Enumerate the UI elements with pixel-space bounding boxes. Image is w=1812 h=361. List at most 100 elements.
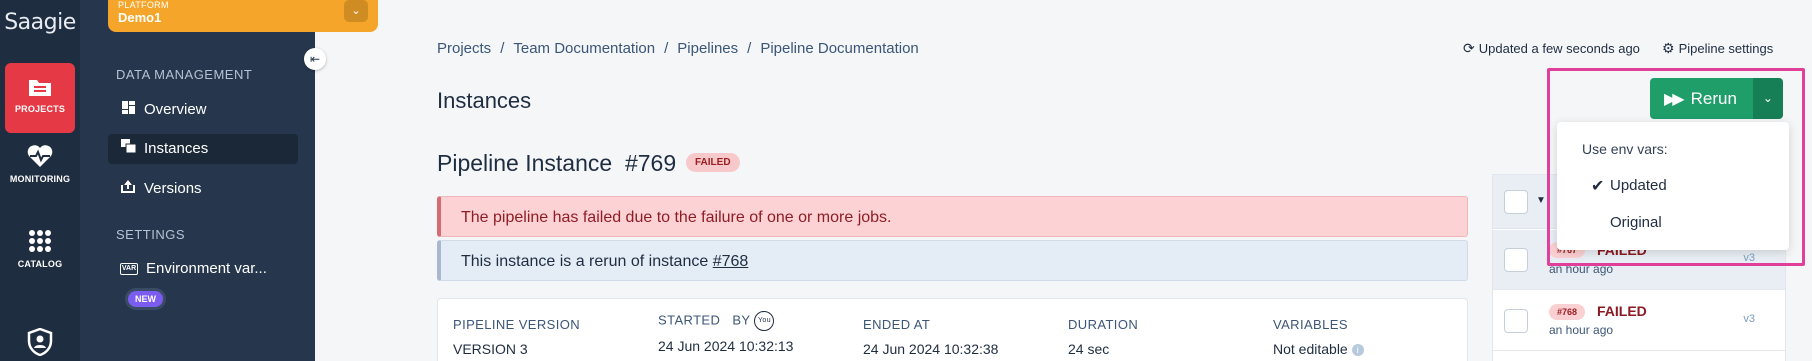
sidebar-item-versions[interactable]: Versions xyxy=(108,174,298,204)
row-version: v3 xyxy=(1743,252,1755,264)
error-alert: The pipeline has failed due to the failu… xyxy=(437,196,1468,237)
grid-icon xyxy=(29,230,51,252)
rerun-options-toggle[interactable]: ⌄ xyxy=(1752,78,1783,119)
variables-value: Not editable xyxy=(1273,341,1348,357)
row-checkbox[interactable] xyxy=(1504,248,1528,272)
ended-value: 24 Jun 2024 10:32:38 xyxy=(863,341,999,357)
sidebar-label-overview: Overview xyxy=(144,101,207,118)
variables-label: VARIABLES xyxy=(1273,317,1348,332)
new-badge: NEW xyxy=(128,291,163,308)
rerun-info-alert: This instance is a rerun of instance #76… xyxy=(437,240,1468,281)
instance-number-badge: #768 xyxy=(1549,304,1586,320)
menu-option-updated[interactable]: Updated xyxy=(1610,177,1667,194)
row-checkbox[interactable] xyxy=(1504,309,1528,333)
detail-duration: DURATION 24 sec xyxy=(1068,317,1138,357)
breadcrumb-separator: / xyxy=(664,40,669,57)
section-settings: SETTINGS xyxy=(116,227,186,242)
refresh-icon: ⟳ xyxy=(1463,40,1475,56)
updated-text: Updated a few seconds ago xyxy=(1478,41,1640,56)
info-icon[interactable]: i xyxy=(1351,344,1364,357)
checkmark-icon: ✔ xyxy=(1591,178,1605,195)
sidebar-label-versions: Versions xyxy=(144,180,202,197)
started-label-row: STARTED BY You xyxy=(658,311,793,331)
sidebar: PLATFORM Demo1 ⌄ DATA MANAGEMENT Overvie… xyxy=(80,0,378,361)
env-vars-label: Use env vars: xyxy=(1582,141,1668,157)
instance-number: #769 xyxy=(624,150,677,176)
var-icon: VAR xyxy=(120,263,138,276)
avatar: You xyxy=(754,311,775,331)
chevron-down-icon: ⌄ xyxy=(1762,91,1773,105)
detail-pipeline-version: PIPELINE VERSION VERSION 3 xyxy=(453,317,580,357)
row-version: v3 xyxy=(1743,313,1755,325)
sidebar-item-overview[interactable]: Overview xyxy=(108,95,298,125)
variables-row: Not editable i xyxy=(1273,341,1364,357)
instance-title: Pipeline Instance #769 xyxy=(437,150,676,177)
platform-selector[interactable]: PLATFORM Demo1 ⌄ xyxy=(108,0,378,32)
pipeline-settings-link[interactable]: ⚙ Pipeline settings xyxy=(1662,40,1773,57)
fast-forward-icon: ▶▶ xyxy=(1664,90,1685,108)
nav-rail: Saagie PROJECTS MONITORING CATALOG xyxy=(0,0,80,361)
folder-icon xyxy=(29,80,51,96)
detail-ended: ENDED AT 24 Jun 2024 10:32:38 xyxy=(863,317,998,357)
rail-label-monitoring: MONITORING xyxy=(9,174,71,184)
duration-label: DURATION xyxy=(1068,317,1139,332)
rerun-split-button: ▶▶ Rerun ⌄ xyxy=(1650,78,1783,119)
duration-value: 24 sec xyxy=(1068,341,1110,357)
rail-item-monitoring[interactable]: MONITORING xyxy=(0,143,80,184)
list-item[interactable]: #768 FAILED an hour ago v3 xyxy=(1493,291,1785,351)
breadcrumb-pipeline[interactable]: Pipeline Documentation xyxy=(760,40,918,57)
rerun-label: Rerun xyxy=(1690,88,1737,108)
gear-icon: ⚙ xyxy=(1662,40,1675,56)
status-badge: FAILED xyxy=(686,153,740,172)
breadcrumb-separator: / xyxy=(500,40,505,57)
shield-user-icon xyxy=(27,328,53,356)
started-label: STARTED xyxy=(658,312,721,328)
rerun-message: This instance is a rerun of instance xyxy=(461,253,709,270)
upload-box-icon xyxy=(120,174,136,204)
row-time: an hour ago xyxy=(1549,262,1614,276)
by-label: BY xyxy=(732,312,751,328)
chevron-down-icon[interactable]: ⌄ xyxy=(344,0,368,22)
sidebar-label-instances: Instances xyxy=(144,140,209,157)
collapse-sidebar-icon[interactable]: ⇤ xyxy=(304,48,326,70)
sidebar-label-environment-variables: Environment var... xyxy=(146,260,267,277)
rail-item-catalog[interactable]: CATALOG xyxy=(0,228,80,269)
ended-label: ENDED AT xyxy=(863,317,931,332)
sort-caret-icon[interactable]: ▼ xyxy=(1536,195,1546,206)
breadcrumb-pipelines[interactable]: Pipelines xyxy=(677,40,738,57)
pipeline-version-label: PIPELINE VERSION xyxy=(453,317,581,332)
section-data-management: DATA MANAGEMENT xyxy=(116,67,253,82)
copies-icon xyxy=(120,134,136,164)
detail-started: STARTED BY You 24 Jun 2024 10:32:13 xyxy=(658,311,793,354)
error-message: The pipeline has failed due to the failu… xyxy=(461,209,892,226)
pipeline-version-value: VERSION 3 xyxy=(453,341,528,357)
platform-name: Demo1 xyxy=(118,10,162,25)
platform-label: PLATFORM xyxy=(118,0,169,10)
rerun-options-menu: Use env vars: ✔ Updated Original xyxy=(1557,122,1789,250)
select-all-checkbox[interactable] xyxy=(1504,190,1528,214)
breadcrumb: Projects / Team Documentation / Pipelines / Pi… xyxy=(437,40,919,57)
menu-option-original[interactable]: Original xyxy=(1610,214,1662,231)
rail-item-admin[interactable] xyxy=(0,328,80,361)
saagie-logo: Saagie xyxy=(4,10,76,35)
dashboard-icon xyxy=(120,95,136,125)
sidebar-item-instances[interactable]: Instances xyxy=(108,134,298,164)
rail-label-catalog: CATALOG xyxy=(17,259,63,269)
pipeline-settings-label: Pipeline settings xyxy=(1678,41,1774,56)
rail-label-projects: PROJECTS xyxy=(14,104,66,114)
row-time: an hour ago xyxy=(1549,323,1614,337)
sidebar-item-environment-variables[interactable]: VAR Environment var... NEW xyxy=(108,254,298,308)
started-value: 24 Jun 2024 10:32:13 xyxy=(658,338,794,354)
refresh-status[interactable]: ⟳ Updated a few seconds ago xyxy=(1463,40,1640,57)
rerun-instance-link[interactable]: #768 xyxy=(713,253,749,270)
instance-details: PIPELINE VERSION VERSION 3 STARTED BY You… xyxy=(437,298,1468,361)
instance-title-text: Pipeline Instance xyxy=(437,150,613,176)
detail-variables: VARIABLES Not editable i xyxy=(1273,317,1364,357)
page-title: Instances xyxy=(437,88,532,113)
heartbeat-icon xyxy=(27,145,53,167)
breadcrumb-separator: / xyxy=(747,40,752,57)
breadcrumb-projects[interactable]: Projects xyxy=(437,40,491,57)
breadcrumb-project[interactable]: Team Documentation xyxy=(513,40,655,57)
rerun-button[interactable]: ▶▶ Rerun xyxy=(1650,78,1753,119)
rail-item-projects[interactable]: PROJECTS xyxy=(5,63,75,133)
